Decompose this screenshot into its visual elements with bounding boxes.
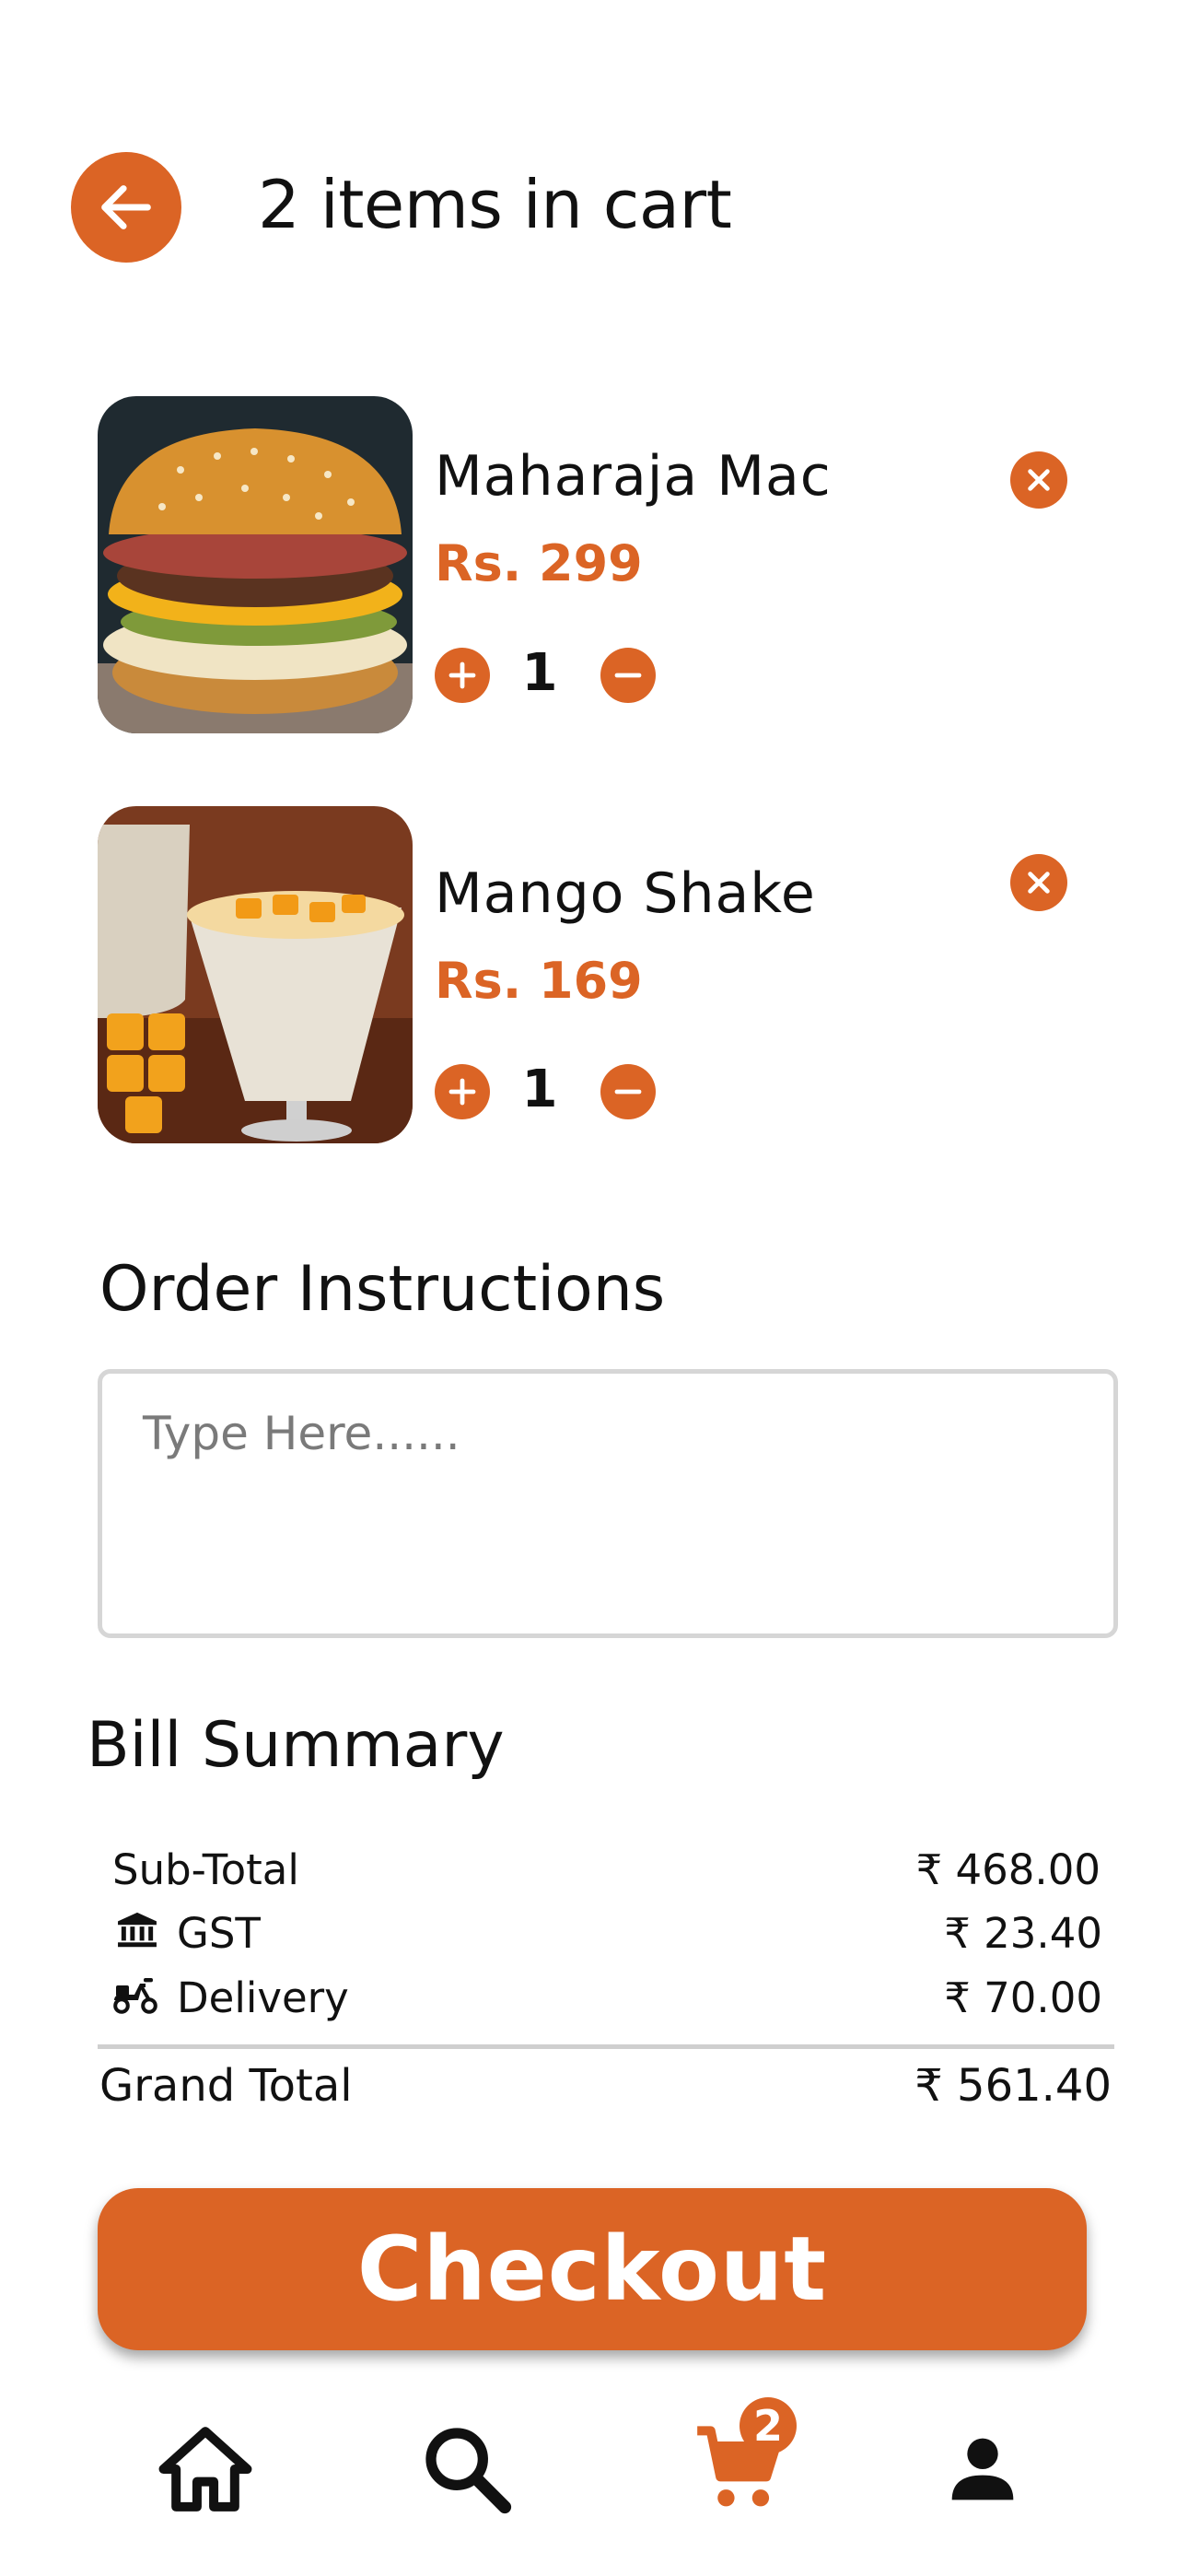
close-icon — [1028, 872, 1050, 894]
item-price: Rs. 169 — [435, 952, 643, 1010]
cart-item: Mango Shake Rs. 169 1 — [0, 806, 1188, 1147]
cart-item: Maharaja Mac Rs. 299 1 — [0, 396, 1188, 737]
quantity-value: 1 — [521, 1060, 558, 1119]
item-name: Maharaja Mac — [435, 444, 832, 509]
instructions-input-container — [98, 1369, 1118, 1638]
item-price: Rs. 299 — [435, 534, 643, 592]
instructions-input[interactable] — [102, 1374, 1113, 1633]
arrow-left-icon — [101, 185, 151, 229]
grand-total-label: Grand Total — [99, 2060, 353, 2112]
grand-total-value: ₹ 561.40 — [914, 2060, 1112, 2112]
remove-item-button[interactable] — [1010, 854, 1067, 911]
order-instructions-title: Order Instructions — [99, 1253, 666, 1326]
checkout-label: Checkout — [356, 2218, 828, 2321]
person-icon — [951, 2438, 1014, 2500]
page-title: 2 items in cart — [258, 166, 732, 243]
item-image-burger — [98, 396, 413, 733]
close-icon — [1028, 469, 1050, 491]
remove-item-button[interactable] — [1010, 451, 1067, 509]
scooter-icon — [112, 1974, 160, 2017]
cart-count-badge: 2 — [740, 2397, 797, 2454]
bill-divider — [98, 2044, 1114, 2049]
back-button[interactable] — [71, 152, 181, 263]
subtotal-label: Sub-Total — [112, 1845, 299, 1894]
gst-value: ₹ 23.40 — [944, 1909, 1102, 1958]
delivery-label: Delivery — [177, 1973, 349, 2022]
increase-quantity-button[interactable] — [435, 1064, 490, 1119]
plus-icon — [448, 1078, 476, 1106]
decrease-quantity-button[interactable] — [600, 648, 656, 703]
plus-icon — [448, 662, 476, 689]
nav-home[interactable] — [146, 2409, 265, 2529]
delivery-value: ₹ 70.00 — [944, 1973, 1102, 2022]
nav-profile[interactable] — [923, 2409, 1042, 2529]
quantity-value: 1 — [521, 643, 558, 703]
minus-icon — [614, 1089, 642, 1095]
checkout-button[interactable]: Checkout — [98, 2188, 1087, 2350]
search-icon — [425, 2428, 512, 2514]
item-name: Mango Shake — [435, 861, 816, 926]
gst-label: GST — [177, 1909, 261, 1958]
bill-summary-title: Bill Summary — [87, 1709, 505, 1782]
increase-quantity-button[interactable] — [435, 648, 490, 703]
home-icon — [158, 2427, 252, 2512]
nav-search[interactable] — [407, 2409, 527, 2529]
item-image-mango-shake — [98, 806, 413, 1143]
bank-icon — [116, 1911, 158, 1948]
decrease-quantity-button[interactable] — [600, 1064, 656, 1119]
minus-icon — [614, 673, 642, 678]
subtotal-value: ₹ 468.00 — [915, 1845, 1101, 1894]
